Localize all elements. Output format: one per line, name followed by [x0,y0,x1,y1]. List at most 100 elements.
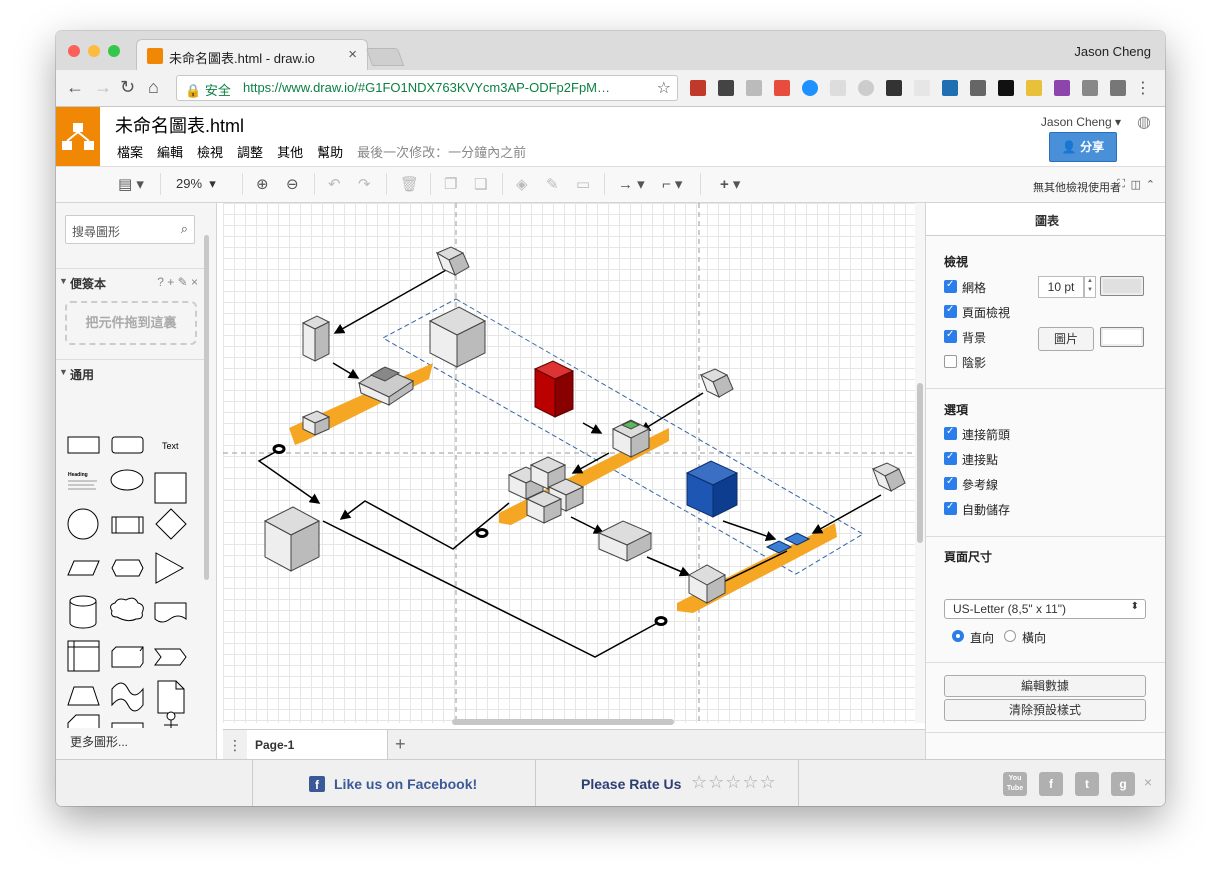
shape-cylinder[interactable] [69,595,97,629]
connector[interactable] [332,362,360,379]
edit-data-button[interactable]: 編輯數據 [944,675,1146,697]
iso-device-mid[interactable] [699,368,734,399]
tools-extension-icon[interactable] [998,80,1014,96]
search-icon[interactable]: ⌕ [181,221,188,237]
shape-rounded-rectangle[interactable] [111,436,144,454]
shape-cloud[interactable] [110,597,144,622]
line-color-icon[interactable]: ✎ [546,175,559,193]
shape-parallelogram[interactable] [67,560,100,576]
page-size-select[interactable]: US-Letter (8,5" x 11") ⬍ [944,599,1146,619]
minimize-window-button[interactable] [88,45,100,57]
format-panel-icon[interactable]: ▤ ▾ [118,175,144,193]
language-globe-icon[interactable]: ◍ [1137,112,1151,132]
add-page-button[interactable]: + [395,734,406,755]
forward-icon[interactable]: → [94,77,112,98]
maximize-window-button[interactable] [108,45,120,57]
fullscreen-icon[interactable]: ⛶ [1117,178,1125,191]
shape-process[interactable] [111,516,144,534]
scroll-thumb[interactable] [452,719,674,725]
connector-endpoint[interactable] [654,616,668,626]
footer-close-icon[interactable]: × [1144,774,1152,790]
s2-extension-icon[interactable] [1082,80,1098,96]
canvas-horizontal-scrollbar[interactable] [223,717,915,727]
menu-extras[interactable]: 其他 [277,142,303,161]
scroll-thumb[interactable] [917,383,923,543]
shape-note[interactable] [157,680,185,714]
smartpdf-extension-icon[interactable] [914,80,930,96]
unicorn-extension-icon[interactable] [886,80,902,96]
shape-cube[interactable] [111,646,144,668]
iso-datacenter[interactable] [428,306,487,368]
diagram-svg[interactable] [223,203,915,723]
background-checkbox[interactable] [944,329,957,343]
to-back-icon[interactable]: ❏ [474,175,487,193]
connector[interactable] [722,520,777,542]
collapse-icon[interactable]: ⌃ [1146,178,1155,191]
share-button[interactable]: 👤 分享 [1049,132,1117,162]
connection-arrows-checkbox[interactable] [944,426,957,440]
shape-card[interactable] [67,714,100,728]
check-extension-icon[interactable] [746,80,762,96]
shape-triangle[interactable] [155,552,185,584]
insert-icon[interactable]: + ▾ [720,175,740,193]
background-color-swatch[interactable] [1100,327,1144,347]
home-extension-icon[interactable] [774,80,790,96]
new-tab-button[interactable] [365,48,405,66]
shape-textbox[interactable]: Heading [68,472,97,490]
shape-circle[interactable] [67,508,99,540]
iso-switch[interactable] [301,410,331,436]
copy-extension-icon[interactable] [970,80,986,96]
shape-document[interactable] [154,602,187,623]
bookmark-star-icon[interactable]: ☆ [657,78,671,98]
zoom-in-icon[interactable]: ⊕ [256,175,269,193]
secure-lock-label[interactable]: 🔒 安全 [185,80,231,99]
shape-search-input[interactable]: 搜尋圖形 ⌕ [65,215,195,244]
connector[interactable] [639,392,704,432]
twitter-icon[interactable]: t [1075,772,1099,796]
tab-close-icon[interactable]: × [348,46,357,63]
close-icon[interactable]: × [1035,212,1152,226]
shape-step[interactable] [154,648,187,666]
scratchpad-tools[interactable]: ? + ✎ × [157,275,198,289]
grid-color-swatch[interactable] [1100,276,1144,296]
last-modified[interactable]: 最後一次修改：一分鐘內之前 [357,142,526,161]
guides-checkbox[interactable] [944,476,957,490]
zoom-level[interactable]: 29% ▾ [176,176,216,192]
general-header[interactable]: ▼ 通用 [56,359,204,385]
shape-rectangle[interactable] [67,436,100,454]
connection-points-checkbox[interactable] [944,451,957,465]
shape-ellipse[interactable] [110,469,144,491]
document-title[interactable]: 未命名圖表.html [115,112,244,138]
grid-size-input[interactable]: 10 pt [1038,276,1084,298]
more-shapes-link[interactable]: 更多圖形... [70,733,128,750]
iso-server-tower[interactable] [301,315,331,362]
grid-size-stepper[interactable]: ▲ ▼ [1084,276,1096,298]
scratchpad-header[interactable]: ▼ 便簽本 ? + ✎ × [56,268,204,294]
shadow-icon[interactable]: ▭ [576,175,590,193]
iso-device-top[interactable] [435,246,470,277]
cursor-extension-icon[interactable] [830,80,846,96]
connector[interactable] [646,556,691,577]
s-extension-icon[interactable] [942,80,958,96]
iso-device-right[interactable] [871,462,906,493]
color-extension-icon[interactable] [1054,80,1070,96]
reload-icon[interactable]: ↻ [120,77,135,98]
shape-internal-storage[interactable] [67,640,100,672]
clear-default-style-button[interactable]: 清除預設樣式 [944,699,1146,721]
scratchpad-dropzone[interactable]: 把元件拖到這裏 [65,301,197,345]
diagram-canvas[interactable] [223,203,916,723]
menu-arrange[interactable]: 調整 [237,142,263,161]
connector[interactable] [570,516,605,534]
shape-diamond[interactable] [155,508,187,540]
page-tab[interactable]: Page-1 [247,730,388,760]
menu-help[interactable]: 幫助 [317,142,343,161]
close-window-button[interactable] [68,45,80,57]
menu-edit[interactable]: 編輯 [157,142,183,161]
back-icon[interactable]: ← [66,77,84,98]
shape-actor[interactable] [164,711,178,728]
connector[interactable] [811,494,882,534]
pages-menu-icon[interactable]: ⋮ [223,730,248,760]
connector-endpoint[interactable] [475,528,489,538]
menu-file[interactable]: 檔案 [117,142,143,161]
box-extension-icon[interactable] [1110,80,1126,96]
